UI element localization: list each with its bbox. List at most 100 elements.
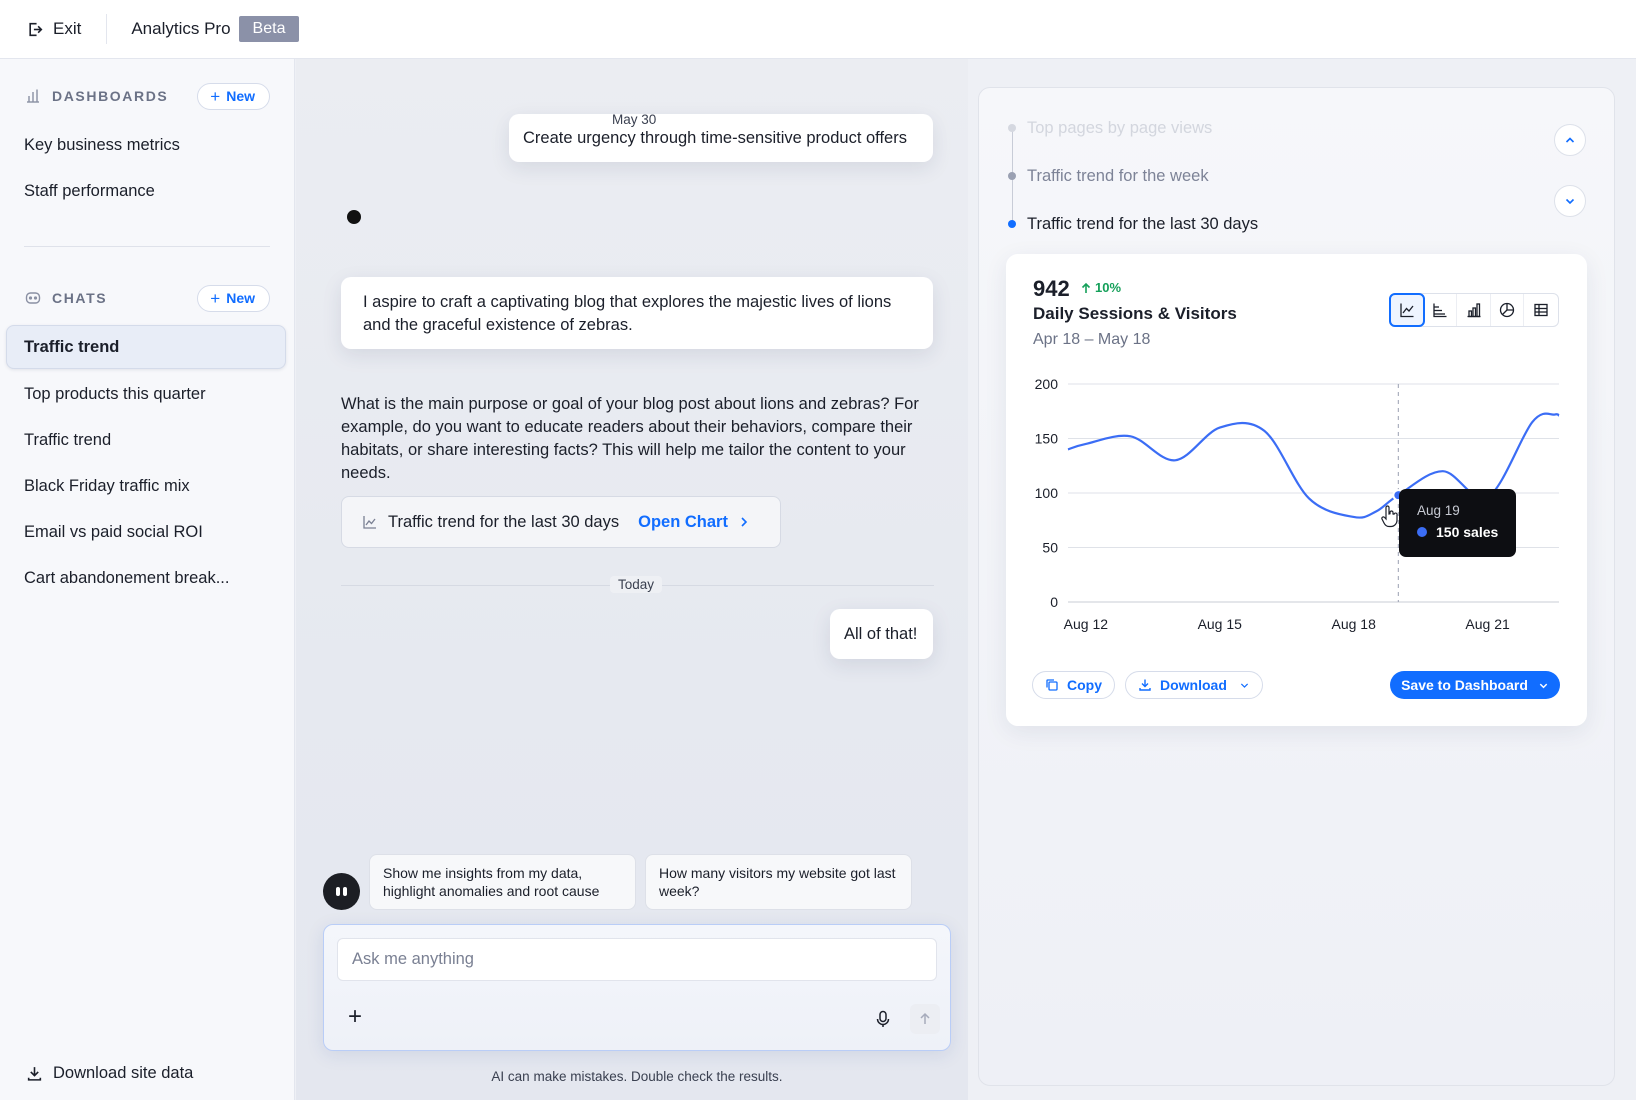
x-tick-label: Aug 18 — [1331, 616, 1376, 632]
download-button[interactable]: Download — [1125, 671, 1263, 699]
x-tick-label: Aug 15 — [1198, 616, 1243, 632]
history-up-button[interactable] — [1554, 124, 1586, 156]
top-bar: Exit Analytics Pro Beta — [0, 0, 1636, 59]
chart-type-pie-button[interactable] — [1491, 294, 1525, 326]
download-label: Download — [1160, 677, 1227, 693]
typing-indicator — [347, 210, 361, 224]
microphone-icon[interactable] — [873, 1009, 893, 1029]
chart-type-hbar-button[interactable] — [1424, 294, 1458, 326]
chat-input[interactable] — [337, 938, 937, 981]
arrow-up-icon — [1081, 282, 1091, 293]
chevron-up-icon — [1565, 137, 1575, 143]
sidebar-item-traffic-trend-active[interactable]: Traffic trend — [6, 325, 286, 369]
new-dashboard-button[interactable]: + New — [197, 82, 270, 110]
kpi-value: 942 — [1033, 276, 1070, 301]
y-tick-label: 100 — [1035, 485, 1059, 501]
sidebar: DASHBOARDS + New Key business metrics St… — [0, 59, 295, 1100]
sidebar-item-black-friday[interactable]: Black Friday traffic mix — [24, 477, 190, 496]
date-label: May 30 — [612, 112, 657, 127]
chevron-down-icon — [1565, 198, 1575, 205]
user-message: I aspire to craft a captivating blog tha… — [341, 277, 933, 349]
open-chart-link[interactable]: Open Chart — [638, 513, 750, 532]
exit-label: Exit — [53, 19, 82, 38]
chart-date-range: Apr 18 – May 18 — [1033, 331, 1151, 348]
suggestion-chip[interactable]: How many visitors my website got last we… — [645, 854, 912, 910]
table-icon — [1534, 303, 1548, 317]
attach-plus-button[interactable]: + — [344, 1005, 366, 1029]
sidebar-item-cart-abandonment[interactable]: Cart abandonement break... — [24, 569, 229, 588]
y-tick-label: 0 — [1050, 594, 1058, 610]
sidebar-item-staff-performance[interactable]: Staff performance — [24, 182, 155, 201]
history-dot — [1008, 172, 1016, 180]
arrow-up-icon — [920, 1012, 930, 1024]
chart-attachment-card[interactable]: Traffic trend for the last 30 days Open … — [341, 496, 781, 548]
dashboards-section-header: DASHBOARDS + New — [24, 82, 270, 110]
chart-tooltip: Aug 19 150 sales — [1399, 489, 1516, 557]
copy-button[interactable]: Copy — [1032, 671, 1115, 699]
tooltip-date: Aug 19 — [1417, 503, 1460, 518]
suggestion-chip[interactable]: Show me insights from my data, highlight… — [369, 854, 636, 910]
history-dot — [1008, 124, 1016, 132]
sidebar-item-key-business-metrics[interactable]: Key business metrics — [24, 136, 180, 155]
sidebar-item-top-products[interactable]: Top products this quarter — [24, 385, 206, 404]
kpi-delta-value: 10% — [1095, 280, 1122, 295]
horizontal-bar-icon — [1433, 303, 1447, 318]
chart-type-switcher — [1389, 293, 1559, 327]
plus-icon: + — [210, 86, 221, 106]
download-icon — [1139, 679, 1151, 691]
beta-badge: Beta — [238, 16, 300, 42]
ai-disclaimer: AI can make mistakes. Double check the r… — [491, 1069, 783, 1084]
copy-icon — [1046, 679, 1058, 691]
sidebar-divider — [24, 246, 270, 247]
new-chat-button[interactable]: + New — [197, 284, 270, 312]
line-chart-icon — [1400, 303, 1414, 318]
save-to-dashboard-button[interactable]: Save to Dashboard — [1390, 671, 1560, 699]
y-tick-label: 150 — [1035, 431, 1059, 447]
download-icon — [27, 1067, 42, 1081]
copy-label: Copy — [1067, 677, 1102, 693]
chat-bot-icon — [25, 292, 41, 304]
kpi-delta: 10% — [1080, 280, 1121, 295]
tooltip-value: 150 sales — [1436, 524, 1499, 540]
date-label: Today — [610, 576, 663, 593]
chart-type-table-button[interactable] — [1524, 294, 1558, 326]
assistant-avatar — [323, 873, 360, 910]
sidebar-item-traffic-trend[interactable]: Traffic trend — [24, 431, 111, 450]
bar-chart-icon — [27, 89, 39, 103]
assistant-message: What is the main purpose or goal of your… — [341, 395, 919, 482]
history-item[interactable]: Top pages by page views — [1027, 119, 1212, 138]
dashboards-title: DASHBOARDS — [52, 88, 169, 104]
download-site-data-button[interactable]: Download site data — [26, 1064, 193, 1083]
history-down-button[interactable] — [1554, 185, 1586, 217]
y-tick-label: 50 — [1042, 540, 1058, 556]
sidebar-item-email-vs-paid[interactable]: Email vs paid social ROI — [24, 523, 203, 542]
history-item-active[interactable]: Traffic trend for the last 30 days — [1027, 215, 1258, 234]
open-chart-label: Open Chart — [638, 512, 728, 531]
chart-type-bar-button[interactable] — [1457, 294, 1491, 326]
chevron-down-icon — [1240, 683, 1248, 688]
new-dashboard-label: New — [226, 88, 255, 104]
pie-chart-icon — [1499, 302, 1515, 318]
chart-attachment-title: Traffic trend for the last 30 days — [388, 512, 620, 531]
chart-title: Daily Sessions & Visitors — [1033, 304, 1237, 323]
chart-type-line-button[interactable] — [1389, 293, 1425, 327]
plus-icon: + — [210, 288, 221, 308]
tooltip-series-dot — [1417, 527, 1427, 537]
y-tick-label: 200 — [1035, 376, 1059, 392]
history-item[interactable]: Traffic trend for the week — [1027, 167, 1209, 186]
chats-section-header: CHATS + New — [24, 284, 270, 312]
history-dot-active — [1008, 220, 1016, 228]
user-message-text: All of that! — [844, 625, 918, 643]
exit-button[interactable]: Exit — [27, 14, 108, 44]
chevron-down-icon — [1539, 683, 1548, 688]
send-button[interactable] — [910, 1004, 940, 1034]
user-message-text: Create urgency through time-sensitive pr… — [523, 129, 907, 147]
app-title: Analytics Pro — [131, 19, 231, 38]
download-site-data-label: Download site data — [53, 1064, 194, 1082]
x-tick-label: Aug 12 — [1064, 616, 1109, 632]
user-message: Create urgency through time-sensitive pr… — [509, 114, 933, 162]
message-composer: + — [323, 924, 951, 1051]
user-message: All of that! — [830, 609, 933, 659]
chats-title: CHATS — [52, 290, 108, 306]
x-tick-label: Aug 21 — [1465, 616, 1510, 632]
